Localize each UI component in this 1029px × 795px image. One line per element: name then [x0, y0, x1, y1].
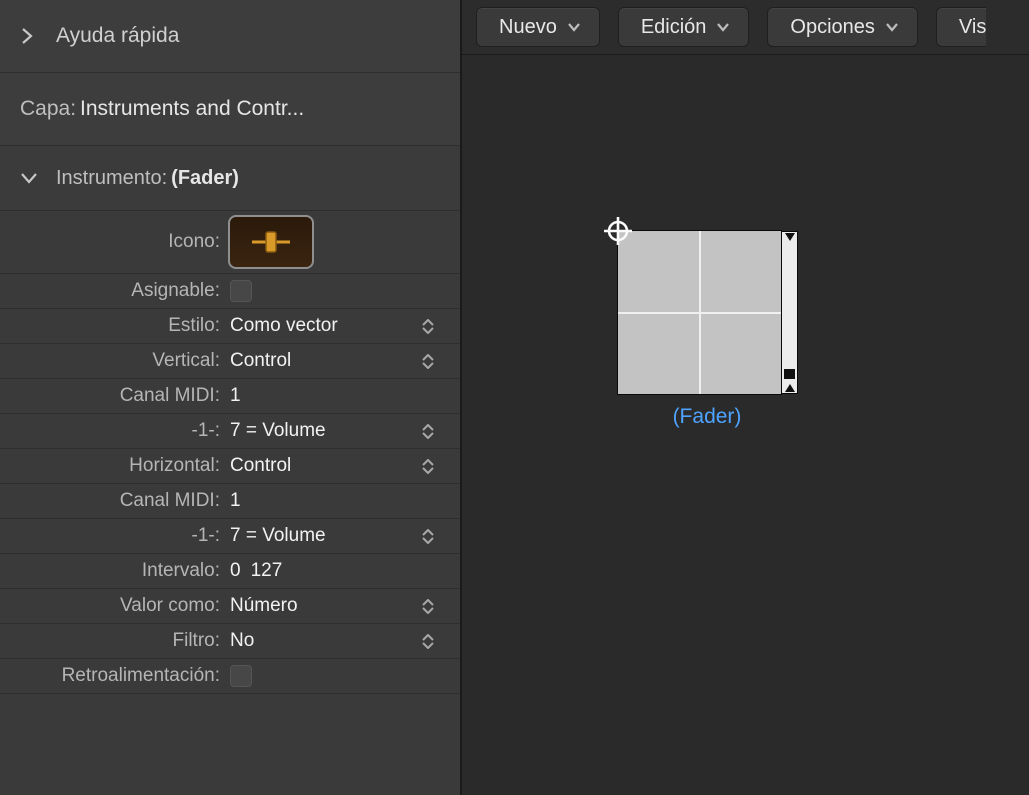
stepper-icon[interactable] [422, 319, 442, 334]
midi1-label: Canal MIDI: [20, 385, 230, 407]
chevron-down-icon [20, 171, 42, 185]
chevron-down-icon [716, 22, 730, 32]
neg1b-value: 7 = Volume [230, 525, 326, 547]
asignable-checkbox[interactable] [230, 280, 252, 302]
estilo-label: Estilo: [20, 315, 230, 337]
vis-label: Vis [959, 16, 986, 39]
editor-area: Nuevo Edición Opciones Vis [462, 0, 1029, 795]
stepper-icon[interactable] [422, 354, 442, 369]
vertical-label: Vertical: [20, 350, 230, 372]
fader-object[interactable] [617, 230, 782, 395]
scroll-down-icon[interactable] [785, 384, 795, 392]
filtro-label: Filtro: [20, 630, 230, 652]
prop-filtro[interactable]: Filtro: No [0, 624, 460, 659]
prop-cc-b[interactable]: -1-: 7 = Volume [0, 519, 460, 554]
horizontal-value: Control [230, 455, 291, 477]
valorcomo-value: Número [230, 595, 298, 617]
neg1a-label: -1-: [20, 420, 230, 442]
prop-vertical[interactable]: Vertical: Control [0, 344, 460, 379]
inspector-panel: Ayuda rápida Capa: Instruments and Contr… [0, 0, 462, 795]
edicion-label: Edición [641, 16, 707, 39]
prop-icono: Icono: [0, 211, 460, 274]
stepper-icon[interactable] [422, 529, 442, 544]
nuevo-label: Nuevo [499, 16, 557, 39]
nuevo-menu[interactable]: Nuevo [476, 7, 600, 47]
vertical-value: Control [230, 350, 291, 372]
prop-midi-channel-1[interactable]: Canal MIDI: 1 [0, 379, 460, 414]
prop-valor-como[interactable]: Valor como: Número [0, 589, 460, 624]
neg1a-value: 7 = Volume [230, 420, 326, 442]
scroll-thumb[interactable] [784, 369, 795, 379]
stepper-icon[interactable] [422, 634, 442, 649]
stepper-icon[interactable] [422, 424, 442, 439]
layer-label: Capa: [20, 97, 76, 121]
prop-asignable: Asignable: [0, 274, 460, 309]
quick-help-label: Ayuda rápida [56, 24, 179, 48]
valorcomo-label: Valor como: [20, 595, 230, 617]
icono-label: Icono: [20, 231, 230, 253]
chevron-right-icon [20, 27, 42, 45]
asignable-label: Asignable: [20, 280, 230, 302]
opciones-menu[interactable]: Opciones [767, 7, 918, 47]
prop-intervalo[interactable]: Intervalo: 0 127 [0, 554, 460, 589]
intervalo-label: Intervalo: [20, 560, 230, 582]
stepper-icon[interactable] [422, 599, 442, 614]
stepper-icon[interactable] [422, 459, 442, 474]
filtro-value: No [230, 630, 254, 652]
crosshair-target-icon [604, 217, 632, 245]
fader-mini-scrollbar[interactable] [781, 231, 798, 394]
chevron-down-icon [885, 22, 899, 32]
icon-well[interactable] [230, 217, 312, 267]
prop-retroalimentacion: Retroalimentación: [0, 659, 460, 694]
quick-help-row[interactable]: Ayuda rápida [0, 0, 460, 73]
retro-label: Retroalimentación: [20, 665, 230, 687]
layer-value: Instruments and Contr... [80, 97, 304, 121]
prop-estilo[interactable]: Estilo: Como vector [0, 309, 460, 344]
horizontal-label: Horizontal: [20, 455, 230, 477]
retro-checkbox[interactable] [230, 665, 252, 687]
instrument-row[interactable]: Instrumento: (Fader) [0, 146, 460, 211]
toolbar: Nuevo Edición Opciones Vis [462, 0, 1029, 55]
chevron-down-icon [567, 22, 581, 32]
estilo-value: Como vector [230, 315, 338, 337]
intervalo-min[interactable]: 0 [230, 560, 241, 582]
midi1-value: 1 [230, 385, 241, 407]
environment-canvas[interactable]: (Fader) [462, 55, 1029, 795]
fader-object-label[interactable]: (Fader) [617, 405, 797, 429]
edicion-menu[interactable]: Edición [618, 7, 750, 47]
midi2-label: Canal MIDI: [20, 490, 230, 512]
intervalo-max[interactable]: 127 [251, 560, 283, 582]
fader-icon [248, 224, 294, 260]
prop-midi-channel-2[interactable]: Canal MIDI: 1 [0, 484, 460, 519]
vis-menu[interactable]: Vis [936, 7, 986, 47]
scroll-up-icon[interactable] [785, 233, 795, 241]
midi2-value: 1 [230, 490, 241, 512]
prop-cc-a[interactable]: -1-: 7 = Volume [0, 414, 460, 449]
instrument-label: Instrumento: [56, 167, 167, 190]
neg1b-label: -1-: [20, 525, 230, 547]
layer-row[interactable]: Capa: Instruments and Contr... [0, 73, 460, 146]
prop-horizontal[interactable]: Horizontal: Control [0, 449, 460, 484]
opciones-label: Opciones [790, 16, 875, 39]
instrument-value: (Fader) [171, 167, 239, 190]
